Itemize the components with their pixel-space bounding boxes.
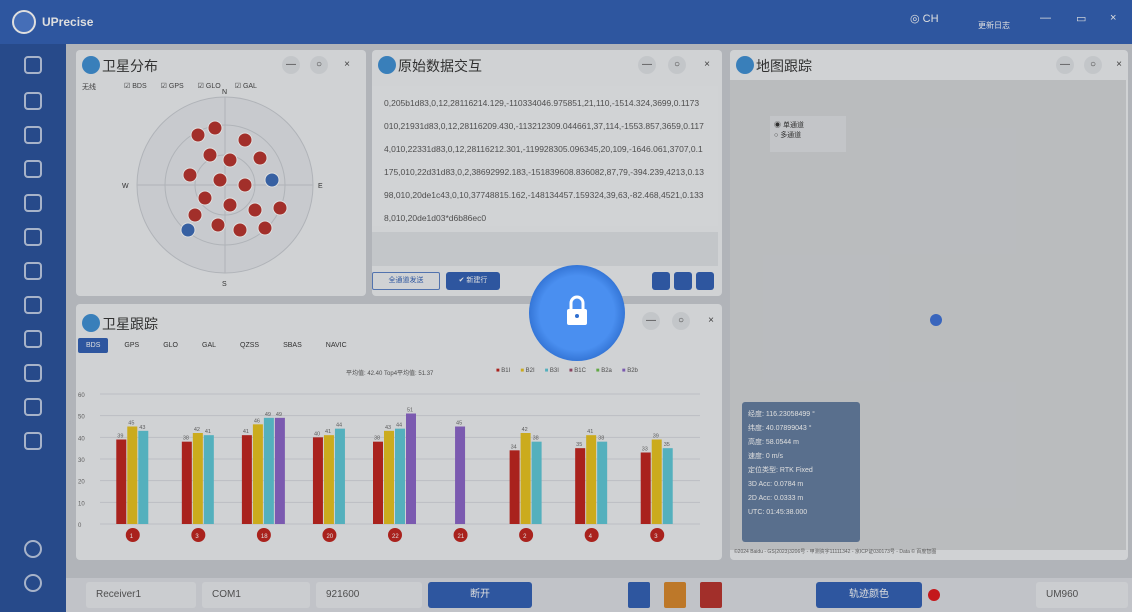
lock-button[interactable] <box>529 265 625 361</box>
lock-icon <box>567 295 587 325</box>
